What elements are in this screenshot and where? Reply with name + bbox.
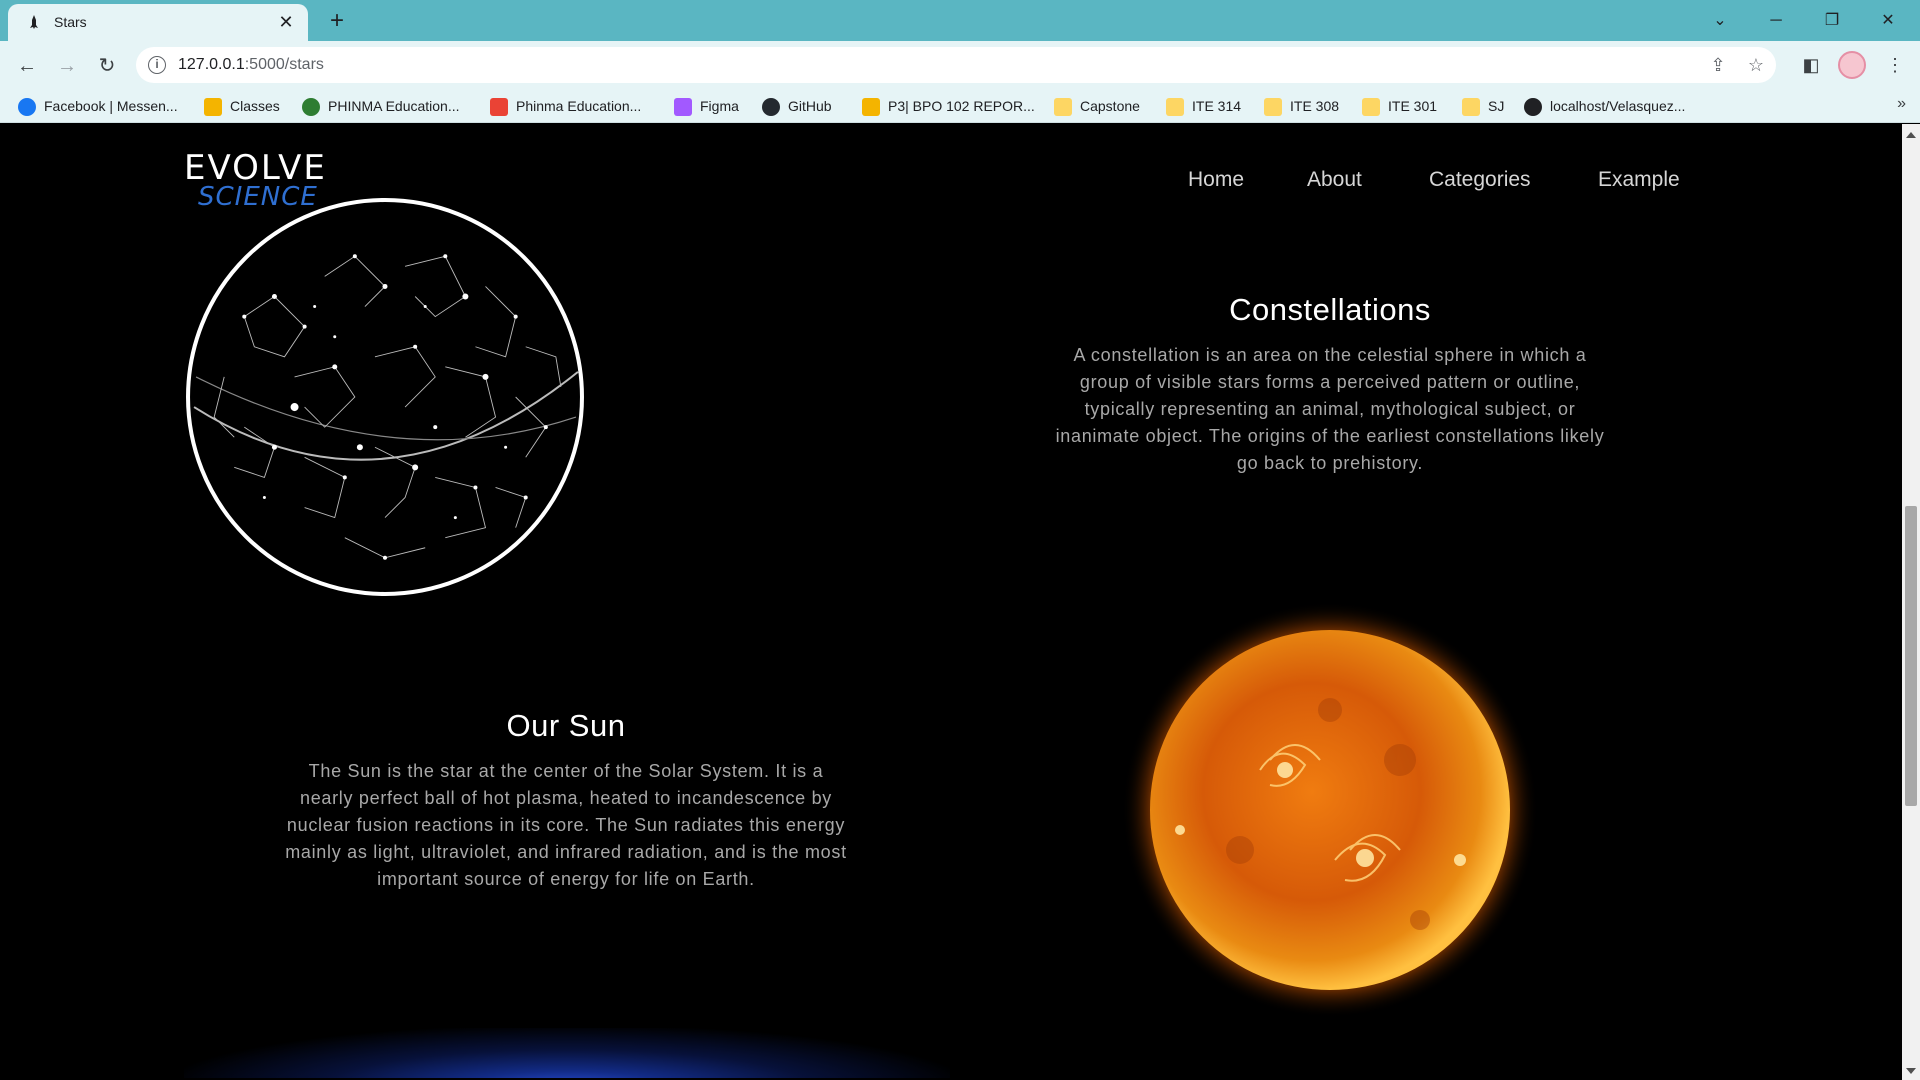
- folder-icon: [1462, 98, 1480, 117]
- bookmark-label: Classes: [230, 98, 280, 114]
- tab-title: Stars: [54, 14, 87, 30]
- url-host: 127.0.0.1: [178, 56, 245, 73]
- bookmark-localhost[interactable]: localhost/Velasquez...: [1524, 95, 1685, 117]
- page-scrollbar[interactable]: [1902, 124, 1920, 1080]
- globe-icon: [302, 98, 320, 117]
- url-text[interactable]: 127.0.0.1:5000/stars: [178, 56, 324, 74]
- gmail-icon: [490, 98, 508, 117]
- reload-button[interactable]: ↻: [90, 49, 124, 83]
- browser-tab-bar: Stars ✕ + ⌄ ─ ❐ ✕: [0, 0, 1920, 41]
- nav-categories[interactable]: Categories: [1429, 168, 1531, 192]
- scrollbar-thumb[interactable]: [1905, 506, 1917, 806]
- facebook-icon: [18, 98, 36, 117]
- nav-example[interactable]: Example: [1598, 168, 1680, 192]
- bookmark-label: Phinma Education...: [516, 98, 642, 114]
- folder-icon: [1264, 98, 1282, 117]
- bookmark-label: ITE 314: [1192, 98, 1242, 114]
- bookmark-label: ITE 308: [1290, 98, 1340, 114]
- menu-kebab-icon[interactable]: ⋮: [1880, 50, 1910, 80]
- profile-avatar[interactable]: [1838, 51, 1866, 79]
- bookmark-label: Figma: [700, 98, 739, 114]
- constellations-description: A constellation is an area on the celest…: [1055, 345, 1605, 473]
- page-viewport: EVOLVE SCIENCE Home About Categories Exa…: [0, 124, 1902, 1078]
- side-panel-icon[interactable]: ◧: [1796, 50, 1826, 80]
- classroom-icon: [204, 98, 222, 117]
- bookmark-capstone[interactable]: Capstone: [1054, 95, 1140, 117]
- scroll-down-arrow-icon[interactable]: [1906, 1068, 1916, 1074]
- bookmark-ite301[interactable]: ITE 301: [1362, 95, 1437, 117]
- bookmark-classes[interactable]: Classes: [204, 95, 280, 117]
- tab-search-icon[interactable]: ⌄: [1692, 0, 1748, 41]
- url-path: :5000/stars: [244, 56, 324, 73]
- bookmark-label: Facebook | Messen...: [44, 98, 178, 114]
- constellations-title: Constellations: [1229, 292, 1431, 327]
- bookmark-facebook[interactable]: Facebook | Messen...: [18, 95, 178, 117]
- nav-home-link[interactable]: Home: [1188, 168, 1244, 191]
- forward-button[interactable]: →: [50, 49, 84, 83]
- bookmark-phinma-1[interactable]: PHINMA Education...: [302, 95, 460, 117]
- constellation-chart-image: [186, 198, 584, 596]
- rocket-favicon-icon: [30, 15, 38, 29]
- bookmark-bpo[interactable]: P3| BPO 102 REPOR...: [862, 95, 1035, 117]
- address-bar[interactable]: i 127.0.0.1:5000/stars ⇪ ☆: [136, 47, 1776, 83]
- bookmark-label: SJ: [1488, 98, 1505, 114]
- bookmark-label: P3| BPO 102 REPOR...: [888, 98, 1035, 114]
- bookmarks-bar: Facebook | Messen... Classes PHINMA Educ…: [0, 89, 1920, 123]
- folder-icon: [1362, 98, 1380, 117]
- galaxy-image: [184, 1028, 950, 1078]
- close-window-button[interactable]: ✕: [1860, 0, 1916, 41]
- bookmark-label: GitHub: [788, 98, 832, 114]
- restore-button[interactable]: ❐: [1804, 0, 1860, 41]
- nav-example-link[interactable]: Example: [1598, 168, 1680, 191]
- nav-categories-link[interactable]: Categories: [1429, 168, 1531, 191]
- browser-tab-active[interactable]: Stars ✕: [8, 4, 308, 41]
- nav-about-link[interactable]: About: [1307, 168, 1362, 191]
- figma-icon: [674, 98, 692, 117]
- sun-title: Our Sun: [506, 708, 626, 743]
- bookmark-label: PHINMA Education...: [328, 98, 460, 114]
- sun-image: [1122, 602, 1538, 1018]
- folder-icon: [1054, 98, 1072, 117]
- tab-close-icon[interactable]: ✕: [274, 10, 298, 34]
- globe-icon: [1524, 98, 1542, 117]
- nav-about[interactable]: About: [1307, 168, 1362, 192]
- nav-home[interactable]: Home: [1188, 168, 1244, 192]
- slides-icon: [862, 98, 880, 117]
- share-icon[interactable]: ⇪: [1706, 53, 1730, 77]
- bookmark-star-icon[interactable]: ☆: [1744, 53, 1768, 77]
- site-info-icon[interactable]: i: [148, 56, 166, 74]
- browser-toolbar: ← → ↻ i 127.0.0.1:5000/stars ⇪ ☆ ◧ ⋮: [0, 41, 1920, 89]
- bookmark-ite308[interactable]: ITE 308: [1264, 95, 1339, 117]
- minimize-button[interactable]: ─: [1748, 0, 1804, 41]
- new-tab-button[interactable]: +: [322, 6, 352, 36]
- scroll-up-arrow-icon[interactable]: [1906, 132, 1916, 138]
- bookmark-ite314[interactable]: ITE 314: [1166, 95, 1241, 117]
- github-icon: [762, 98, 780, 117]
- bookmark-github[interactable]: GitHub: [762, 95, 832, 117]
- back-button[interactable]: ←: [10, 49, 44, 83]
- bookmark-sj[interactable]: SJ: [1462, 95, 1504, 117]
- sun-description: The Sun is the star at the center of the…: [285, 761, 847, 889]
- bookmark-label: localhost/Velasquez...: [1550, 98, 1686, 114]
- bookmark-figma[interactable]: Figma: [674, 95, 739, 117]
- bookmark-label: ITE 301: [1388, 98, 1438, 114]
- bookmark-label: Capstone: [1080, 98, 1140, 114]
- more-bookmarks-icon[interactable]: »: [1897, 95, 1906, 113]
- bookmark-phinma-2[interactable]: Phinma Education...: [490, 95, 641, 117]
- folder-icon: [1166, 98, 1184, 117]
